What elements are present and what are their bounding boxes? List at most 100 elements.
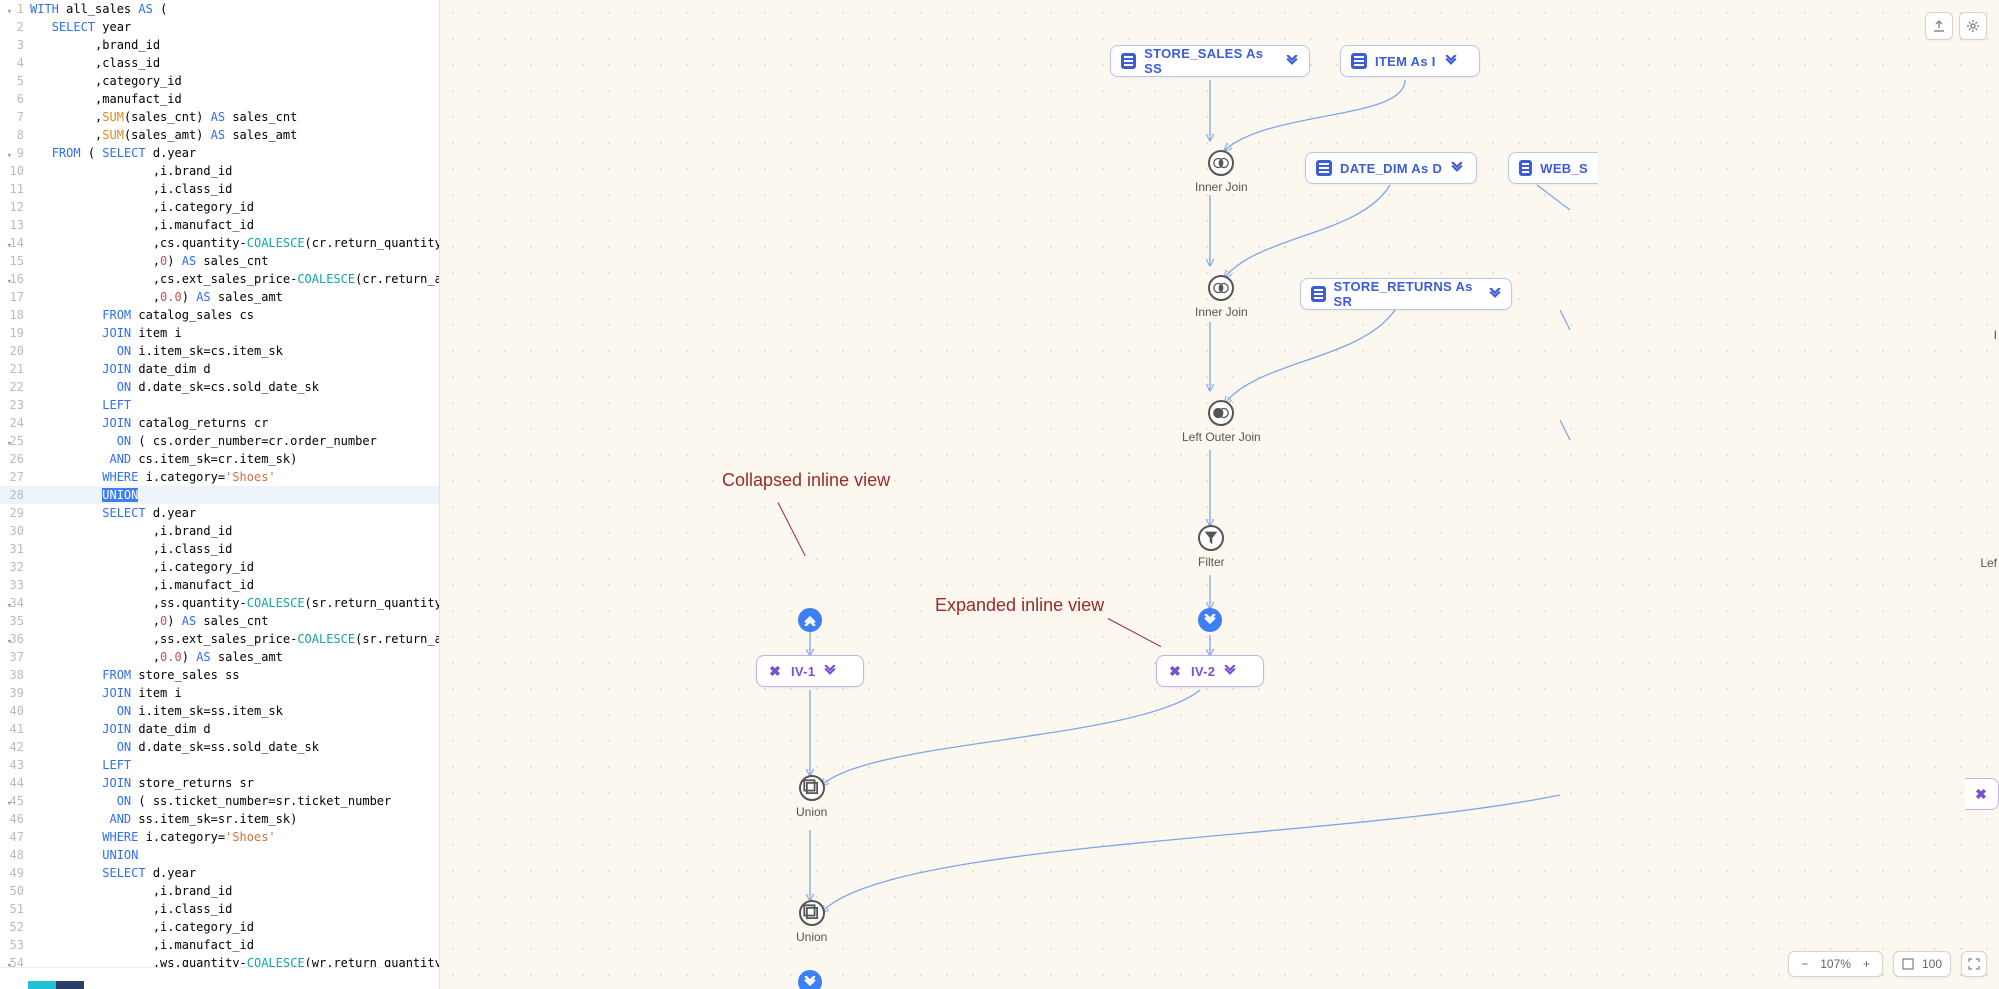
diagram-toolbar (1925, 12, 1987, 40)
chevron-down-icon[interactable] (1223, 664, 1237, 678)
code-line[interactable]: 44 JOIN store_returns sr (0, 774, 439, 792)
chevron-down-icon[interactable] (823, 664, 837, 678)
code-line[interactable]: 15 ,0) AS sales_cnt (0, 252, 439, 270)
union-node-1[interactable]: Union (796, 775, 827, 819)
code-line[interactable]: 45▾ ON ( ss.ticket_number=sr.ticket_numb… (0, 792, 439, 810)
node-label: ITEM As I (1375, 54, 1436, 69)
code-line[interactable]: 21 JOIN date_dim d (0, 360, 439, 378)
inline-view-node-iv1[interactable]: ✖ IV-1 (756, 655, 864, 687)
table-node-date-dim[interactable]: DATE_DIM As D (1305, 152, 1477, 184)
filter-node[interactable]: Filter (1198, 525, 1225, 569)
expand-up-button[interactable] (798, 608, 822, 632)
chevron-down-icon[interactable] (1488, 287, 1501, 301)
code-line[interactable]: 24 JOIN catalog_returns cr (0, 414, 439, 432)
code-line[interactable]: 18 FROM catalog_sales cs (0, 306, 439, 324)
code-line[interactable]: 52 ,i.category_id (0, 918, 439, 936)
code-line[interactable]: 11 ,i.class_id (0, 180, 439, 198)
chevron-down-icon[interactable] (1286, 54, 1299, 68)
code-line[interactable]: 34▾ ,ss.quantity-COALESCE(sr.return_quan… (0, 594, 439, 612)
code-line[interactable]: 54▾ ,ws.quantity-COALESCE(wr.return_quan… (0, 954, 439, 967)
fullscreen-button[interactable] (1961, 951, 1987, 977)
code-line[interactable]: 35 ,0) AS sales_cnt (0, 612, 439, 630)
code-line[interactable]: 16▾ ,cs.ext_sales_price-COALESCE(cr.retu… (0, 270, 439, 288)
chevron-down-icon[interactable] (1450, 161, 1464, 175)
union-icon (799, 775, 825, 801)
join-node-inner-2[interactable]: Inner Join (1195, 275, 1248, 319)
join-label: Inner Join (1195, 180, 1248, 194)
join-node-inner-1[interactable]: Inner Join (1195, 150, 1248, 194)
join-node-left-outer[interactable]: Left Outer Join (1182, 400, 1261, 444)
code-line[interactable]: 48 UNION (0, 846, 439, 864)
code-line[interactable]: 41 JOIN date_dim d (0, 720, 439, 738)
code-line[interactable]: 6 ,manufact_id (0, 90, 439, 108)
code-line[interactable]: 37 ,0.0) AS sales_amt (0, 648, 439, 666)
code-line[interactable]: 47 WHERE i.category='Shoes' (0, 828, 439, 846)
code-line[interactable]: 39 JOIN item i (0, 684, 439, 702)
table-icon (1121, 53, 1136, 69)
code-line[interactable]: 40 ON i.item_sk=ss.item_sk (0, 702, 439, 720)
code-line[interactable]: 33 ,i.manufact_id (0, 576, 439, 594)
expand-down-button[interactable] (1198, 608, 1222, 632)
zoom-out-button[interactable]: − (1797, 957, 1812, 971)
union-icon (799, 900, 825, 926)
code-line[interactable]: 20 ON i.item_sk=cs.item_sk (0, 342, 439, 360)
code-line[interactable]: 31 ,i.class_id (0, 540, 439, 558)
code-line[interactable]: 1▾WITH all_sales AS ( (0, 0, 439, 18)
footer-tab-dark[interactable] (56, 981, 84, 989)
code-line[interactable]: 14▾ ,cs.quantity-COALESCE(cr.return_quan… (0, 234, 439, 252)
inline-view-node-clipped[interactable]: ✖ (1965, 778, 1999, 810)
code-line[interactable]: 19 JOIN item i (0, 324, 439, 342)
filter-icon (1198, 525, 1224, 551)
zoom-fit-control[interactable]: 100 (1893, 951, 1951, 977)
code-line[interactable]: 9▾ FROM ( SELECT d.year (0, 144, 439, 162)
code-line[interactable]: 36▾ ,ss.ext_sales_price-COALESCE(sr.retu… (0, 630, 439, 648)
diagram-canvas[interactable]: STORE_SALES As SS ITEM As I DATE_DIM As … (440, 0, 1999, 989)
inline-view-node-iv2[interactable]: ✖ IV-2 (1156, 655, 1264, 687)
chevron-down-icon[interactable] (1444, 54, 1458, 68)
clipped-join-label-i: I (1994, 328, 1997, 342)
footer-tab-active[interactable] (28, 981, 56, 989)
code-line[interactable]: 27 WHERE i.category='Shoes' (0, 468, 439, 486)
table-node-store-returns[interactable]: STORE_RETURNS As SR (1300, 278, 1512, 310)
code-line[interactable]: 46 AND ss.item_sk=sr.item_sk) (0, 810, 439, 828)
code-line[interactable]: 28 UNION (0, 486, 439, 504)
code-line[interactable]: 29 SELECT d.year (0, 504, 439, 522)
union-label: Union (796, 805, 827, 819)
code-line[interactable]: 38 FROM store_sales ss (0, 666, 439, 684)
footer-tab-1[interactable] (0, 981, 28, 989)
code-line[interactable]: 10 ,i.brand_id (0, 162, 439, 180)
code-line[interactable]: 17 ,0.0) AS sales_amt (0, 288, 439, 306)
code-line[interactable]: 43 LEFT (0, 756, 439, 774)
code-line[interactable]: 12 ,i.category_id (0, 198, 439, 216)
code-line[interactable]: 22 ON d.date_sk=cs.sold_date_sk (0, 378, 439, 396)
code-line[interactable]: 51 ,i.class_id (0, 900, 439, 918)
table-node-web-clipped[interactable]: WEB_S (1508, 152, 1598, 184)
code-line[interactable]: 7 ,SUM(sales_cnt) AS sales_cnt (0, 108, 439, 126)
code-editor[interactable]: 1▾WITH all_sales AS (2 SELECT year3 ,bra… (0, 0, 439, 967)
code-line[interactable]: 4 ,class_id (0, 54, 439, 72)
zoom-in-button[interactable]: + (1859, 957, 1874, 971)
code-line[interactable]: 3 ,brand_id (0, 36, 439, 54)
code-line[interactable]: 13 ,i.manufact_id (0, 216, 439, 234)
code-line[interactable]: 2 SELECT year (0, 18, 439, 36)
table-node-item[interactable]: ITEM As I (1340, 45, 1480, 77)
code-line[interactable]: 53 ,i.manufact_id (0, 936, 439, 954)
code-line[interactable]: 26 AND cs.item_sk=cr.item_sk) (0, 450, 439, 468)
settings-button[interactable] (1959, 12, 1987, 40)
code-line[interactable]: 23 LEFT (0, 396, 439, 414)
code-line[interactable]: 30 ,i.brand_id (0, 522, 439, 540)
left-outer-join-icon (1208, 400, 1234, 426)
inline-view-icon: ✖ (1973, 786, 1989, 802)
code-line[interactable]: 32 ,i.category_id (0, 558, 439, 576)
export-button[interactable] (1925, 12, 1953, 40)
code-line[interactable]: 5 ,category_id (0, 72, 439, 90)
code-line[interactable]: 8 ,SUM(sales_amt) AS sales_amt (0, 126, 439, 144)
code-line[interactable]: 25▾ ON ( cs.order_number=cr.order_number (0, 432, 439, 450)
expand-down-button-2[interactable] (798, 970, 822, 989)
union-node-2[interactable]: Union (796, 900, 827, 944)
node-label: STORE_SALES As SS (1144, 46, 1278, 76)
code-line[interactable]: 50 ,i.brand_id (0, 882, 439, 900)
code-line[interactable]: 49 SELECT d.year (0, 864, 439, 882)
table-node-store-sales[interactable]: STORE_SALES As SS (1110, 45, 1310, 77)
code-line[interactable]: 42 ON d.date_sk=ss.sold_date_sk (0, 738, 439, 756)
